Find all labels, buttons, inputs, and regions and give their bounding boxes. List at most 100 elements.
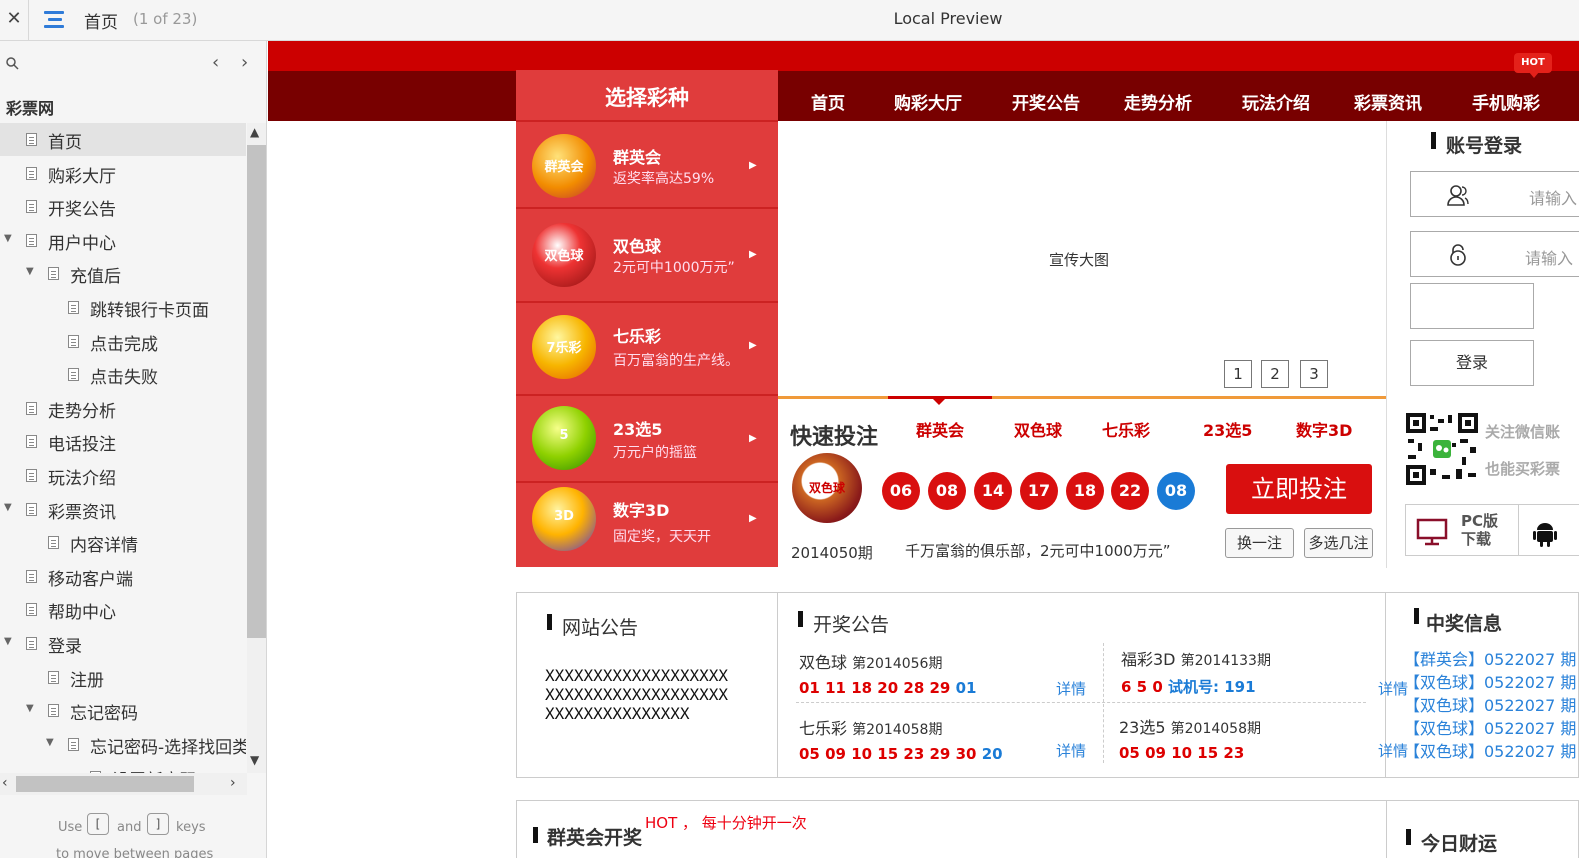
sidebar-item[interactable]: 移动客户端: [0, 560, 246, 593]
scroll-up-icon[interactable]: ▲: [250, 125, 259, 139]
qlc-logo-icon: 7乐彩: [532, 315, 596, 379]
sidebar-item[interactable]: ▼ 登录: [0, 627, 246, 660]
nav-home[interactable]: 首页: [811, 89, 845, 114]
scrollbar-thumb[interactable]: [247, 145, 266, 638]
bet-now-button[interactable]: 立即投注: [1226, 464, 1372, 514]
detail-link[interactable]: 详情: [1056, 678, 1086, 699]
sidebar-item[interactable]: 点击完成: [0, 325, 246, 358]
scroll-right-icon[interactable]: ›: [230, 775, 236, 791]
close-icon[interactable]: ✕: [0, 0, 29, 40]
sidebar-item[interactable]: 走势分析: [0, 392, 246, 425]
pc-download-label[interactable]: PC版 下载: [1461, 512, 1511, 548]
chevron-right-icon: ▶: [749, 433, 757, 444]
scrollbar-thumb-horizontal[interactable]: [16, 776, 194, 792]
search-icon[interactable]: [6, 57, 19, 74]
expand-arrow-icon[interactable]: ▼: [46, 737, 54, 748]
quick-bet: 快速投注 群英会 双色球 七乐彩 23选5 数字3D 双色球 06 08 14 …: [778, 396, 1386, 568]
expand-arrow-icon[interactable]: ▼: [4, 233, 12, 244]
nav-buy-hall[interactable]: 购彩大厅: [894, 89, 962, 114]
username-field[interactable]: 请输入: [1410, 171, 1579, 217]
monitor-icon[interactable]: [1416, 517, 1448, 547]
sidebar-item[interactable]: ▼ 忘记密码-选择找回类: [0, 728, 246, 761]
tab-3d[interactable]: 数字3D: [1296, 417, 1352, 441]
sidebar-item[interactable]: ▼ 用户中心: [0, 224, 246, 257]
divider: [1386, 801, 1387, 858]
red-ball: 18: [1066, 472, 1104, 510]
tab-ssq[interactable]: 双色球: [1014, 417, 1062, 441]
sidebar-item[interactable]: ▼ 彩票资讯: [0, 493, 246, 526]
sidebar-item-label: 内容详情: [70, 536, 138, 557]
sidebar-item[interactable]: ▼ 忘记密码: [0, 694, 246, 727]
win-line[interactable]: 【双色球】0522027 期: [1404, 738, 1576, 762]
expand-arrow-icon[interactable]: ▼: [4, 636, 12, 647]
lottery-item-qyh[interactable]: 群英会 群英会 返奖率高达59% ▶: [516, 120, 778, 207]
top-red-strip: [268, 41, 1579, 71]
sidebar-item-label: 购彩大厅: [48, 166, 116, 187]
sidebar-item[interactable]: 帮助中心: [0, 593, 246, 626]
qyh-logo-icon: 群英会: [532, 134, 596, 198]
next-page-icon[interactable]: ›: [241, 52, 248, 73]
tab-qlc[interactable]: 七乐彩: [1102, 417, 1150, 441]
slide-2[interactable]: 2: [1261, 360, 1289, 388]
win-line[interactable]: 【双色球】0522027 期: [1404, 692, 1576, 716]
expand-arrow-icon[interactable]: ▼: [26, 266, 34, 277]
change-pick-button[interactable]: 换一注: [1225, 528, 1294, 558]
multi-pick-button[interactable]: 多选几注: [1304, 528, 1373, 558]
menu-icon[interactable]: [44, 9, 68, 31]
nav-news[interactable]: 彩票资讯: [1354, 89, 1422, 114]
page-icon: [48, 704, 59, 718]
lottery-item-qlc[interactable]: 7乐彩 七乐彩 百万富翁的生产线。 ▶: [516, 301, 778, 394]
slide-3[interactable]: 3: [1300, 360, 1328, 388]
captcha-field[interactable]: [1410, 283, 1534, 329]
sidebar-item[interactable]: 玩法介绍: [0, 459, 246, 492]
sidebar-item[interactable]: 内容详情: [0, 526, 246, 559]
sidebar-item[interactable]: 开奖公告: [0, 190, 246, 223]
win-line[interactable]: 【双色球】0522027 期: [1404, 669, 1576, 693]
expand-arrow-icon[interactable]: ▼: [26, 703, 34, 714]
sidebar-item[interactable]: 点击失败: [0, 358, 246, 391]
win-line[interactable]: 【双色球】0522027 期: [1404, 715, 1576, 739]
scroll-left-icon[interactable]: ‹: [2, 775, 8, 791]
lottery-item-ssq[interactable]: 双色球 双色球 2元可中1000万元” ▶: [516, 207, 778, 301]
password-field[interactable]: 请输入: [1410, 231, 1579, 277]
sidebar-item-label: 帮助中心: [48, 603, 116, 624]
nav-mobile[interactable]: 手机购彩: [1472, 89, 1540, 114]
period-label: 2014050期: [791, 544, 873, 562]
page-icon: [26, 469, 37, 482]
win-line[interactable]: 【群英会】0522027 期: [1404, 646, 1576, 670]
nav-rules[interactable]: 玩法介绍: [1242, 89, 1310, 114]
sidebar-item-label: 设置新密码: [112, 766, 197, 773]
lottery-item-23x5[interactable]: 5 23选5 万元户的摇篮 ▶: [516, 394, 778, 481]
scroll-down-icon[interactable]: ▼: [250, 753, 259, 767]
page-icon: [26, 233, 37, 247]
tab-qyh[interactable]: 群英会: [916, 417, 964, 441]
sidebar-item[interactable]: 跳转银行卡页面: [0, 291, 246, 324]
tab-23x5[interactable]: 23选5: [1203, 417, 1252, 441]
nav-draw-notice[interactable]: 开奖公告: [1012, 89, 1080, 114]
sidebar-item-label: 忘记密码: [70, 704, 138, 725]
previous-page-icon[interactable]: ‹: [212, 52, 219, 73]
login-button[interactable]: 登录: [1410, 340, 1534, 386]
password-placeholder: 请输入: [1525, 249, 1574, 268]
sidebar-item[interactable]: 注册: [0, 661, 246, 694]
sidebar-item-label: 走势分析: [48, 401, 116, 422]
android-icon[interactable]: [1531, 519, 1559, 547]
lottery-item-3d[interactable]: 3D 数字3D 固定奖，天天开 ▶: [516, 481, 778, 567]
sidebar-horizontal-scrollbar[interactable]: ‹ ›: [0, 773, 247, 795]
sidebar-item[interactable]: 电话投注: [0, 425, 246, 458]
sidebar-vertical-scrollbar[interactable]: ▲ ▼: [247, 123, 266, 773]
expand-arrow-icon[interactable]: ▼: [4, 502, 12, 513]
detail-link[interactable]: 详情: [1056, 740, 1086, 761]
sidebar-item[interactable]: ▼ 充值后: [0, 257, 246, 290]
quick-bet-title: 快速投注: [790, 425, 879, 450]
sidebar-item[interactable]: 设置新密码: [0, 761, 246, 773]
username-placeholder: 请输入: [1529, 189, 1578, 208]
promo-banner[interactable]: 宣传大图: [778, 121, 1386, 397]
sidebar-item-label: 玩法介绍: [48, 469, 116, 489]
nav-trend[interactable]: 走势分析: [1124, 89, 1192, 114]
slide-1[interactable]: 1: [1224, 360, 1252, 388]
sidebar-item[interactable]: 首页: [0, 123, 246, 156]
sidebar-item[interactable]: 购彩大厅: [0, 157, 246, 190]
lottery-desc: 2元可中1000万元”: [613, 260, 735, 276]
page-icon: [26, 569, 37, 583]
